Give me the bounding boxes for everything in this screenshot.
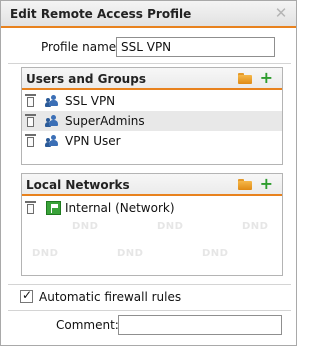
local-networks-title: Local Networks [26,178,130,192]
local-networks-header: Local Networks + [22,174,282,196]
local-networks-box: Local Networks + Internal (Network) DND … [21,173,283,276]
list-item-label: Internal (Network) [65,201,175,215]
add-icon[interactable]: + [260,175,273,193]
user-group-icon [45,95,60,107]
dialog-titlebar: Edit Remote Access Profile ✕ [1,1,296,28]
list-item-label: VPN User [65,134,121,148]
local-networks-list: Internal (Network) DND DND DND DND DND D… [22,196,282,275]
list-item[interactable]: VPN User [22,131,282,151]
profile-name-input[interactable] [116,37,275,57]
automatic-firewall-rules-checkbox[interactable]: ✓ [20,288,33,303]
dnd-watermark: DND [242,221,269,232]
comment-input[interactable] [118,315,282,335]
comment-label: Comment: [56,318,119,332]
dnd-watermark: DND [202,248,229,259]
dialog-title: Edit Remote Access Profile [10,7,192,21]
list-item-label: SSL VPN [65,94,116,108]
users-groups-list: SSL VPN SuperAdmins VPN User [22,90,282,151]
trash-icon[interactable] [25,134,36,147]
divider [8,310,291,311]
checkmark-icon: ✓ [21,288,33,302]
dnd-watermark: DND [72,221,99,232]
list-item[interactable]: SSL VPN [22,91,282,111]
users-groups-box: Users and Groups + SSL VPN SuperAdmins V… [21,67,283,165]
list-item[interactable]: SuperAdmins [22,111,282,131]
user-group-icon [45,115,60,127]
add-icon[interactable]: + [260,69,273,87]
folder-icon[interactable] [238,73,252,84]
divider [8,284,291,285]
list-item-label: SuperAdmins [65,114,145,128]
automatic-firewall-rules-label[interactable]: Automatic firewall rules [39,290,181,304]
close-icon[interactable]: ✕ [274,5,288,21]
users-groups-header: Users and Groups + [22,68,282,90]
trash-icon[interactable] [25,94,36,107]
users-groups-title: Users and Groups [26,72,146,86]
profile-name-label: Profile name: [41,40,121,54]
dnd-watermark: DND [157,221,184,232]
trash-icon[interactable] [25,201,36,214]
dnd-watermark: DND [117,248,144,259]
folder-icon[interactable] [238,179,252,190]
list-item[interactable]: Internal (Network) [22,198,282,218]
trash-icon[interactable] [25,114,36,127]
network-icon [46,201,61,215]
user-group-icon [45,135,60,147]
divider [8,63,291,64]
dnd-watermark: DND [32,248,59,259]
edit-remote-access-profile-dialog: Edit Remote Access Profile ✕ Profile nam… [0,0,297,346]
